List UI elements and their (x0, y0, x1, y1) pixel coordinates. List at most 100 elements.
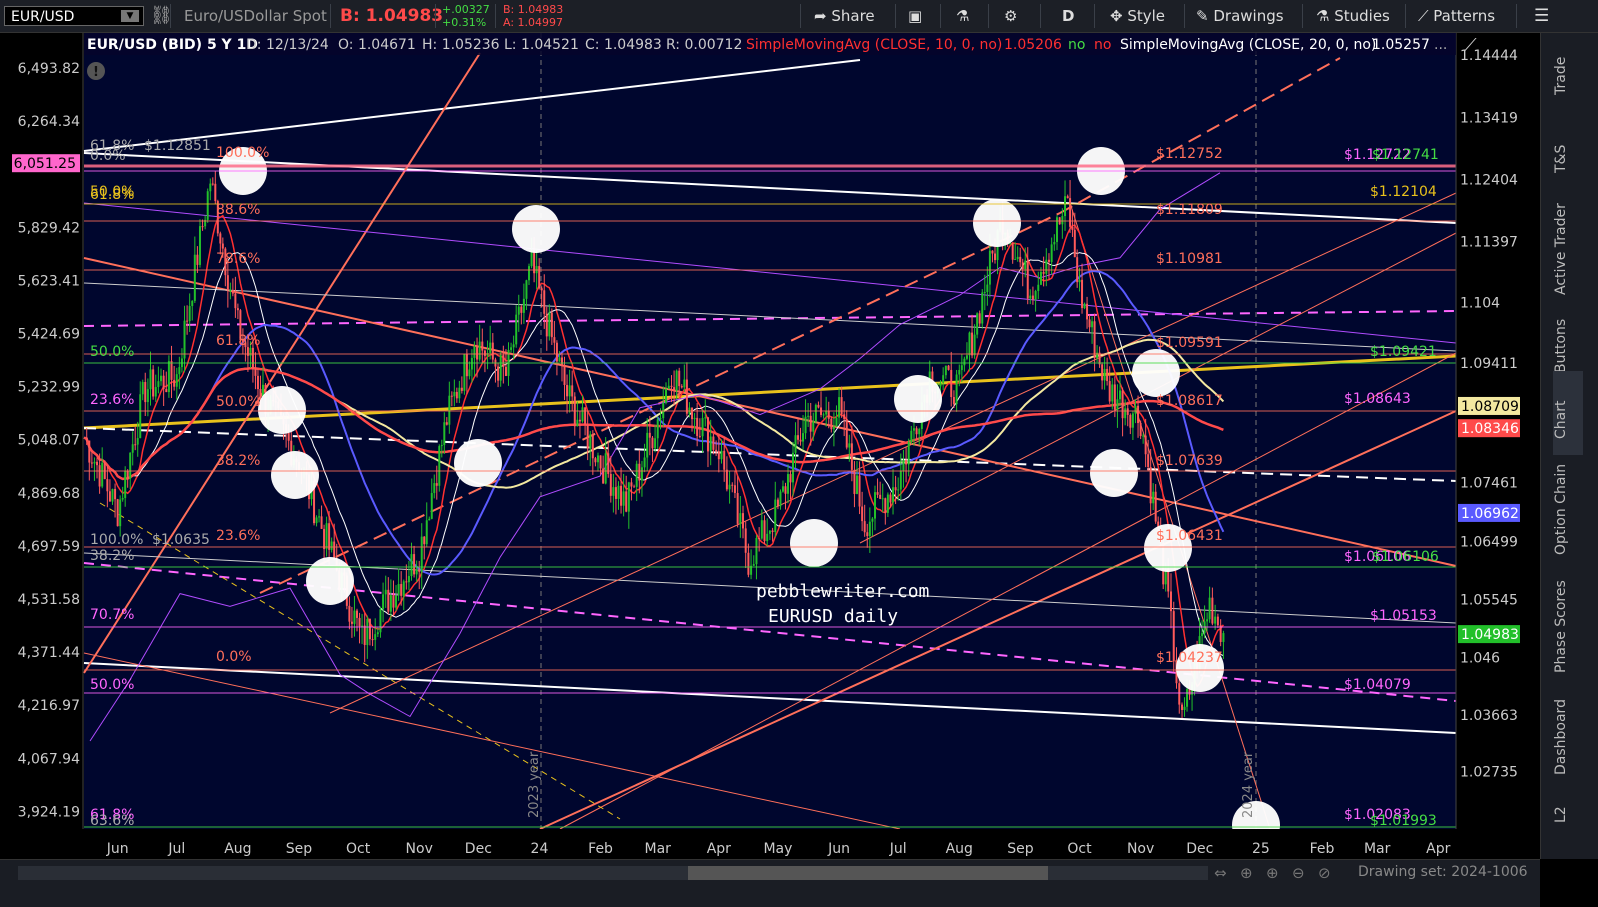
tab-time-sales[interactable]: T&S (1553, 145, 1583, 189)
price-level-label: $1.04079 (1344, 677, 1411, 693)
right-axis-tick: 1.07461 (1460, 475, 1518, 491)
candle-body (389, 595, 392, 612)
flask-icon[interactable]: ⚗ (956, 0, 969, 32)
zoom-reset-icon[interactable]: ⊘ (1318, 864, 1331, 882)
candle-body (766, 533, 769, 542)
candle-body (1178, 683, 1181, 705)
candle-body (325, 523, 328, 550)
candle-body (435, 483, 438, 486)
scrollbar-thumb[interactable] (688, 866, 1048, 880)
header-date: D: 12/13/24 (246, 37, 329, 53)
candle-body (720, 450, 723, 460)
candle-body (889, 494, 892, 503)
candle-body (742, 513, 745, 529)
share-button[interactable]: ➦ Share (814, 0, 875, 32)
chevron-down-icon[interactable]: ▼ (121, 10, 139, 22)
menu-icon[interactable]: ☰ (1534, 0, 1549, 32)
candle-body (728, 484, 731, 490)
candle-body (832, 426, 835, 430)
candle-body (167, 361, 170, 393)
drawings-label: Drawings (1213, 7, 1284, 25)
zoom-in-icon[interactable]: ⊕ (1266, 864, 1279, 882)
candle-body (463, 354, 466, 391)
chart-header: EUR/USD (BID) 5 Y 1D D: 12/13/24 O: 1.04… (84, 33, 1456, 55)
style-label: Style (1127, 7, 1166, 25)
right-axis-tick: 1.046 (1460, 651, 1500, 667)
candle-body (1119, 390, 1122, 400)
candle-body (861, 506, 864, 522)
tab-l2[interactable]: L2 (1553, 806, 1583, 839)
candle-body (809, 415, 812, 432)
candle-body (453, 391, 456, 397)
candle-body (361, 625, 364, 627)
price-level-label: $1.08617 (1156, 393, 1223, 409)
chart-svg[interactable]: 61.8% $1.12851 100.0% 0.0% 50.0% 61.8% 88.6% 78… (0, 33, 1540, 859)
candle-body (1083, 303, 1086, 309)
gear-icon[interactable]: ⚙ (1004, 0, 1017, 32)
candle-body (543, 290, 546, 314)
tab-dashboard[interactable]: Dashboard (1553, 699, 1583, 791)
candle-body (1037, 284, 1040, 292)
candle-body (912, 428, 915, 431)
fib-label: 100.0% (216, 145, 269, 161)
patterns-button[interactable]: ⟋ Patterns (1418, 0, 1495, 32)
candle-body (1073, 229, 1076, 258)
candle-body (905, 460, 908, 465)
candle-body (445, 422, 448, 425)
drawings-button[interactable]: ✎ Drawings (1196, 0, 1284, 32)
candle-body (430, 493, 433, 519)
year-label-2024: 2024 year (1241, 751, 1256, 818)
candle-body (881, 498, 884, 500)
candle-body (1101, 364, 1104, 381)
candle-body (830, 418, 833, 430)
candle-body (433, 483, 436, 494)
x-axis-tick: Jul (167, 841, 185, 857)
header-more[interactable]: ... (1434, 37, 1447, 53)
candle-body (528, 266, 531, 281)
candle-body (1152, 491, 1155, 504)
tab-trade[interactable]: Trade (1553, 57, 1583, 111)
tab-option-chain[interactable]: Option Chain (1553, 464, 1583, 571)
candle-body (960, 365, 963, 370)
candle-body (1021, 262, 1024, 270)
candle-body (512, 344, 515, 348)
fib-label: 38.2% (90, 548, 134, 564)
crosshair-icon[interactable]: ⊕ (1240, 864, 1253, 882)
symbol-input[interactable]: EUR/USD ▼ (4, 6, 144, 26)
candle-body (1103, 368, 1106, 381)
candle-body (563, 365, 566, 385)
left-axis-tick: 6,264.34 (18, 114, 80, 130)
candle-body (807, 415, 810, 417)
zoom-out-icon[interactable]: ⊖ (1292, 864, 1305, 882)
candle-body (604, 453, 607, 484)
left-axis-tick: 4,697.59 (18, 539, 80, 555)
left-axis-tick: 6,493.82 (18, 61, 80, 77)
drawing-tool-icon[interactable]: ⟋ (1464, 35, 1477, 56)
tab-active-trader[interactable]: Active Trader (1553, 203, 1583, 311)
horizontal-scrollbar[interactable] (18, 866, 1208, 880)
studies-button[interactable]: ⚗ Studies (1316, 0, 1390, 32)
pivot-marker (790, 519, 838, 567)
candle-body (717, 451, 720, 460)
candle-body (144, 382, 147, 403)
tab-chart[interactable]: Chart (1553, 371, 1583, 455)
candle-body (571, 385, 574, 397)
candle-body (1126, 408, 1129, 415)
candle-body (234, 293, 237, 309)
x-axis-tick: Dec (465, 841, 492, 857)
tab-phase-scores[interactable]: Phase Scores (1553, 580, 1583, 689)
period-button[interactable]: D (1062, 0, 1074, 32)
candle-body (415, 569, 418, 575)
snapshot-icon[interactable]: ▣ (908, 0, 922, 32)
style-button[interactable]: ✥ Style (1110, 0, 1165, 32)
candle-body (942, 375, 945, 383)
chart-area[interactable]: 61.8% $1.12851 100.0% 0.0% 50.0% 61.8% 88.6% 78… (0, 33, 1540, 859)
x-axis-tick: Apr (707, 841, 731, 857)
candle-body (620, 485, 623, 506)
candle-body (725, 469, 728, 490)
pan-icon[interactable]: ⇔ (1214, 864, 1227, 882)
pivot-marker (1132, 349, 1180, 397)
candle-body (963, 358, 966, 366)
candle-body (1019, 256, 1022, 263)
candle-body (814, 404, 817, 422)
